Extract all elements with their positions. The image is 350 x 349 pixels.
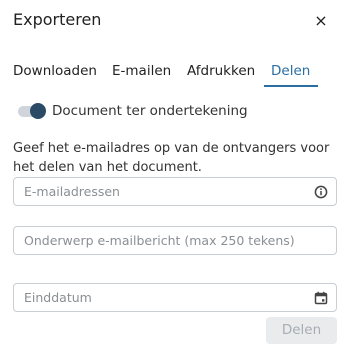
tab-downloaden[interactable]: Downloaden	[13, 63, 97, 79]
end-date-input[interactable]	[14, 284, 336, 311]
email-addresses-field	[13, 177, 337, 206]
share-button[interactable]: Delen	[266, 317, 337, 344]
close-icon[interactable]: ×	[312, 11, 330, 31]
signature-toggle-label: Document ter ondertekening	[52, 103, 248, 119]
active-tab-indicator	[264, 85, 318, 87]
email-subject-field	[13, 226, 337, 255]
tab-delen[interactable]: Delen	[271, 63, 310, 79]
signature-toggle[interactable]	[14, 103, 46, 119]
export-tabs: Downloaden E-mailen Afdrukken Delen	[0, 63, 350, 87]
instructions-text: Geef het e-mailadres op van de ontvanger…	[13, 141, 330, 175]
email-addresses-input[interactable]	[14, 178, 336, 205]
email-subject-input[interactable]	[14, 227, 336, 254]
dialog-title: Exporteren	[13, 10, 102, 29]
toggle-knob	[30, 103, 46, 119]
end-date-field	[13, 283, 337, 312]
tab-afdrukken[interactable]: Afdrukken	[187, 63, 255, 79]
tab-e-mailen[interactable]: E-mailen	[112, 63, 171, 79]
calendar-icon[interactable]	[314, 291, 328, 305]
info-icon[interactable]	[314, 185, 328, 199]
signature-toggle-row: Document ter ondertekening	[14, 101, 248, 121]
